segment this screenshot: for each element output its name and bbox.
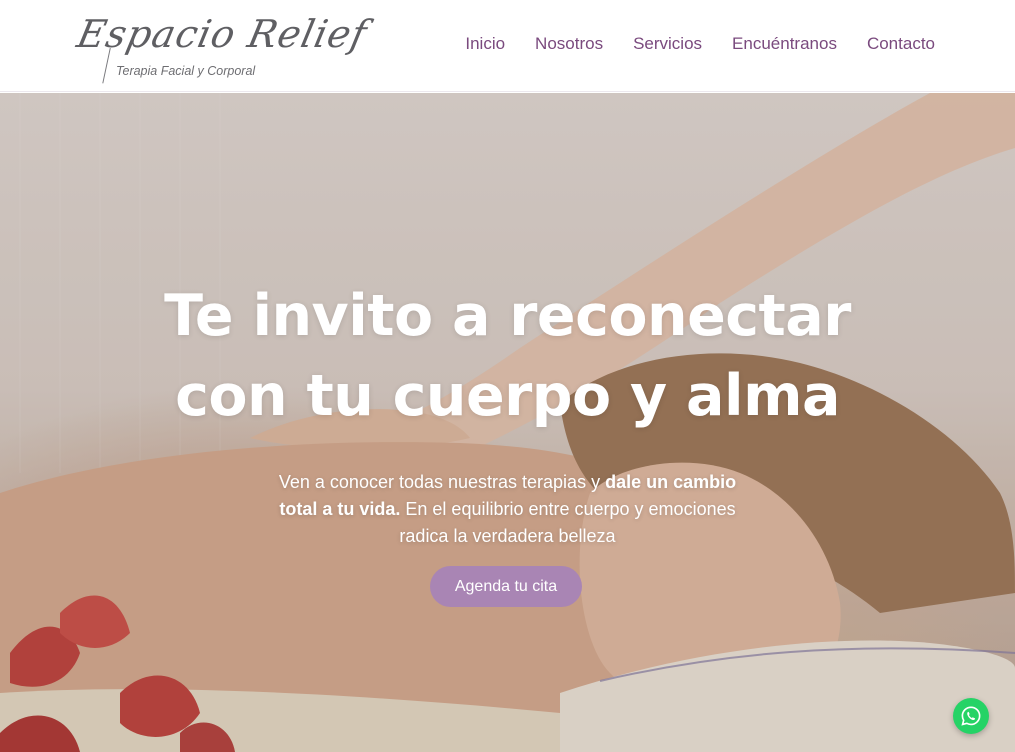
- nav-nosotros[interactable]: Nosotros: [535, 34, 603, 54]
- nav-encuentranos[interactable]: Encuéntranos: [732, 34, 837, 54]
- hero-lead-part1: Ven a conocer todas nuestras terapias y: [278, 472, 606, 492]
- hero-lead: Ven a conocer todas nuestras terapias y …: [270, 469, 745, 550]
- hero-lead-part2: En el equilibrio entre cuerpo y emocione…: [399, 499, 736, 546]
- book-appointment-button[interactable]: Agenda tu cita: [430, 566, 582, 607]
- hero-headline-line1: Te invito a reconectar: [164, 283, 851, 349]
- hero-section: Te invito a reconectar con tu cuerpo y a…: [0, 93, 1015, 752]
- logo-title: Espacio Relief: [73, 12, 372, 56]
- logo-tagline: Terapia Facial y Corporal: [116, 64, 256, 78]
- logo[interactable]: Espacio Relief Terapia Facial y Corporal: [73, 10, 371, 85]
- hero-headline: Te invito a reconectar con tu cuerpo y a…: [0, 276, 1015, 436]
- nav-inicio[interactable]: Inicio: [465, 34, 505, 54]
- site-header: Espacio Relief Terapia Facial y Corporal…: [0, 0, 1015, 92]
- main-nav: Inicio Nosotros Servicios Encuéntranos C…: [465, 34, 935, 54]
- hero-headline-line2: con tu cuerpo y alma: [175, 363, 840, 429]
- nav-servicios[interactable]: Servicios: [633, 34, 702, 54]
- whatsapp-icon: [961, 706, 981, 726]
- nav-contacto[interactable]: Contacto: [867, 34, 935, 54]
- whatsapp-button[interactable]: [953, 698, 989, 734]
